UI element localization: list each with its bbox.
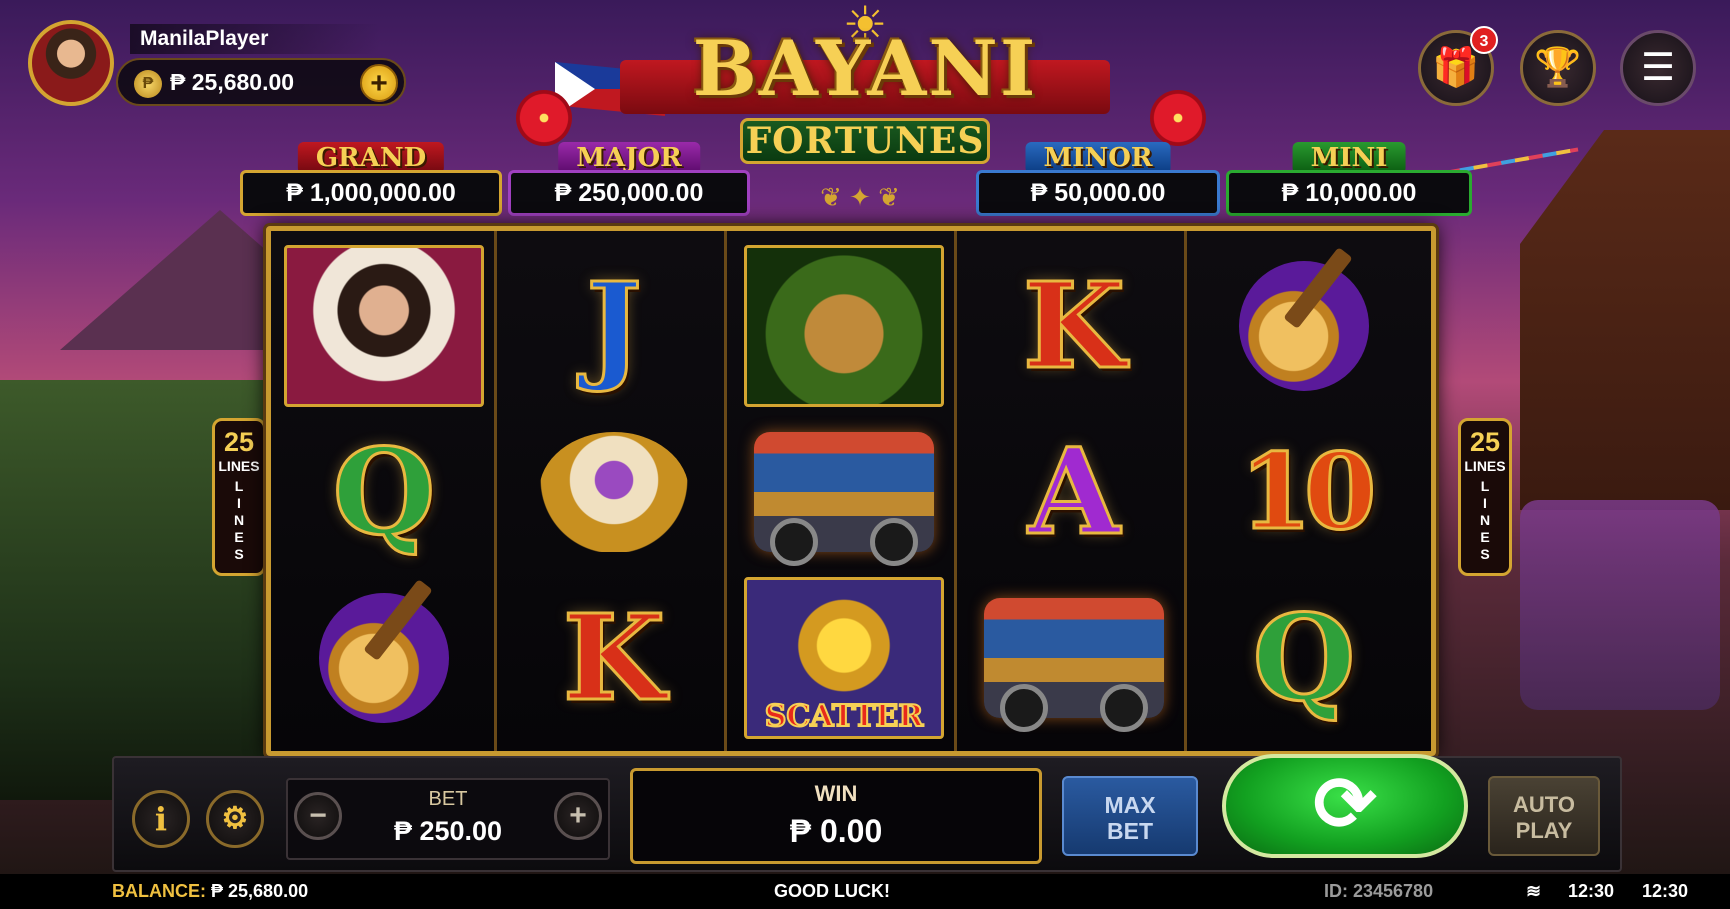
player-panel: ManilaPlayer ₱ ₱ 25,680.00 +: [24, 18, 406, 108]
symbol-k: K: [1021, 256, 1127, 395]
symbol-maria-clara: [284, 245, 484, 407]
status-balance-value: ₱ 25,680.00: [211, 881, 309, 901]
clock-time: 12:30: [1568, 881, 1615, 901]
hibiscus-flower-icon: [1150, 90, 1206, 146]
reel-2: J K: [501, 231, 727, 751]
guitar-icon: [319, 593, 449, 723]
status-balance: BALANCE: ₱ 25,680.00: [112, 874, 308, 909]
autoplay-label: AUTO: [1513, 792, 1575, 817]
jackpot-minor: MINOR ₱ 50,000.00: [976, 142, 1220, 218]
trophy-icon: 🏆: [1534, 47, 1582, 89]
logo-title: BAYANI: [692, 24, 1038, 113]
settings-button[interactable]: ⚙: [206, 790, 264, 848]
jackpot-value: ₱ 250,000.00: [508, 170, 750, 216]
jackpot-value: ₱ 50,000.00: [976, 170, 1220, 216]
win-panel: WIN ₱ 0.00: [630, 768, 1042, 864]
symbol-nipa-hut: [744, 245, 944, 407]
status-message: GOOD LUCK!: [774, 881, 890, 901]
halo-halo-icon: [539, 432, 689, 552]
bet-increase-button[interactable]: +: [554, 792, 602, 840]
lines-label: LINES: [218, 458, 260, 474]
gift-badge: 3: [1470, 26, 1498, 54]
jeepney-background: [1520, 500, 1720, 710]
reel-1: Q: [271, 231, 497, 751]
win-value: ₱ 0.00: [789, 813, 883, 849]
hibiscus-flower-icon: [516, 90, 572, 146]
autoplay-label: PLAY: [1515, 818, 1573, 843]
menu-button[interactable]: ☰: [1620, 30, 1696, 106]
reel-5: 10 Q: [1191, 231, 1417, 751]
guitar-icon: [1239, 261, 1369, 391]
symbol-j: J: [585, 256, 644, 395]
logo-subtitle: FORTUNES: [740, 118, 990, 164]
bet-panel: − BET ₱ 250.00 +: [286, 778, 610, 860]
reel-grid: Q J K SCATTER K A 10 Q: [266, 226, 1436, 756]
symbol-q: Q: [1251, 588, 1357, 727]
spin-button[interactable]: ⟳: [1222, 754, 1468, 858]
lines-label: LINES: [1464, 458, 1506, 474]
symbol-q: Q: [331, 422, 437, 561]
reel-4: K A: [961, 231, 1187, 751]
symbol-halo-halo: [514, 411, 714, 573]
status-balance-label: BALANCE:: [112, 881, 206, 901]
avatar[interactable]: [28, 20, 114, 106]
status-bar: BALANCE: ₱ 25,680.00 GOOD LUCK! ID: 2345…: [0, 874, 1730, 909]
menu-icon: ☰: [1640, 47, 1676, 89]
gear-icon: ⚙: [221, 802, 249, 835]
control-bar: i ⚙ − BET ₱ 250.00 + WIN ₱ 0.00 MAX BET …: [112, 754, 1622, 872]
refresh-icon: ⟳: [1313, 762, 1377, 847]
reel-3: SCATTER: [731, 231, 957, 751]
symbol-guitar: [1204, 245, 1404, 407]
coin-icon: ₱: [134, 70, 162, 98]
scatter-label: SCATTER: [764, 698, 925, 735]
jackpot-mini: MINI ₱ 10,000.00: [1226, 142, 1472, 218]
wifi-icon: ≋: [1526, 881, 1542, 901]
max-bet-button[interactable]: MAX BET: [1062, 776, 1198, 856]
clock-time-2: 12:30: [1642, 881, 1689, 901]
jeepney-icon: [754, 432, 934, 566]
lines-vertical-label: LINES: [1479, 478, 1491, 562]
lines-count: 25: [223, 427, 255, 457]
player-balance: ₱ 25,680.00: [170, 69, 295, 95]
symbol-a: A: [1027, 422, 1122, 561]
symbol-k: K: [561, 588, 667, 727]
symbol-jeepney: [974, 577, 1174, 739]
win-label: WIN: [814, 781, 858, 806]
jackpot-grand: GRAND ₱ 1,000,000.00: [240, 142, 502, 218]
trophy-button[interactable]: 🏆: [1520, 30, 1596, 106]
info-button[interactable]: i: [132, 790, 190, 848]
add-funds-button[interactable]: +: [360, 64, 398, 102]
lines-indicator-left: 25 LINES LINES: [212, 418, 266, 576]
lines-indicator-right: 25 LINES LINES: [1458, 418, 1512, 576]
session-id: ID: 23456780: [1324, 881, 1434, 901]
symbol-10: 10: [1238, 430, 1378, 553]
max-bet-label: BET: [1107, 818, 1153, 844]
jackpot-major: MAJOR ₱ 250,000.00: [508, 142, 750, 218]
autoplay-button[interactable]: AUTO PLAY: [1488, 776, 1600, 856]
player-name: ManilaPlayer: [130, 24, 380, 54]
jackpot-value: ₱ 10,000.00: [1226, 170, 1472, 216]
symbol-jeepney: [744, 411, 944, 573]
balance-pill: ₱ ₱ 25,680.00 +: [116, 58, 406, 106]
jeepney-icon: [984, 598, 1164, 732]
symbol-guitar: [284, 577, 484, 739]
symbol-scatter: SCATTER: [744, 577, 944, 739]
gift-icon: 🎁: [1432, 47, 1480, 89]
lines-vertical-label: LINES: [233, 478, 245, 562]
gold-ornament: ❦ ✦ ❦: [820, 182, 900, 212]
nipa-house-background: [1520, 130, 1730, 510]
lines-count: 25: [1469, 427, 1501, 457]
jackpot-value: ₱ 1,000,000.00: [240, 170, 502, 216]
max-bet-label: MAX: [1104, 792, 1156, 818]
